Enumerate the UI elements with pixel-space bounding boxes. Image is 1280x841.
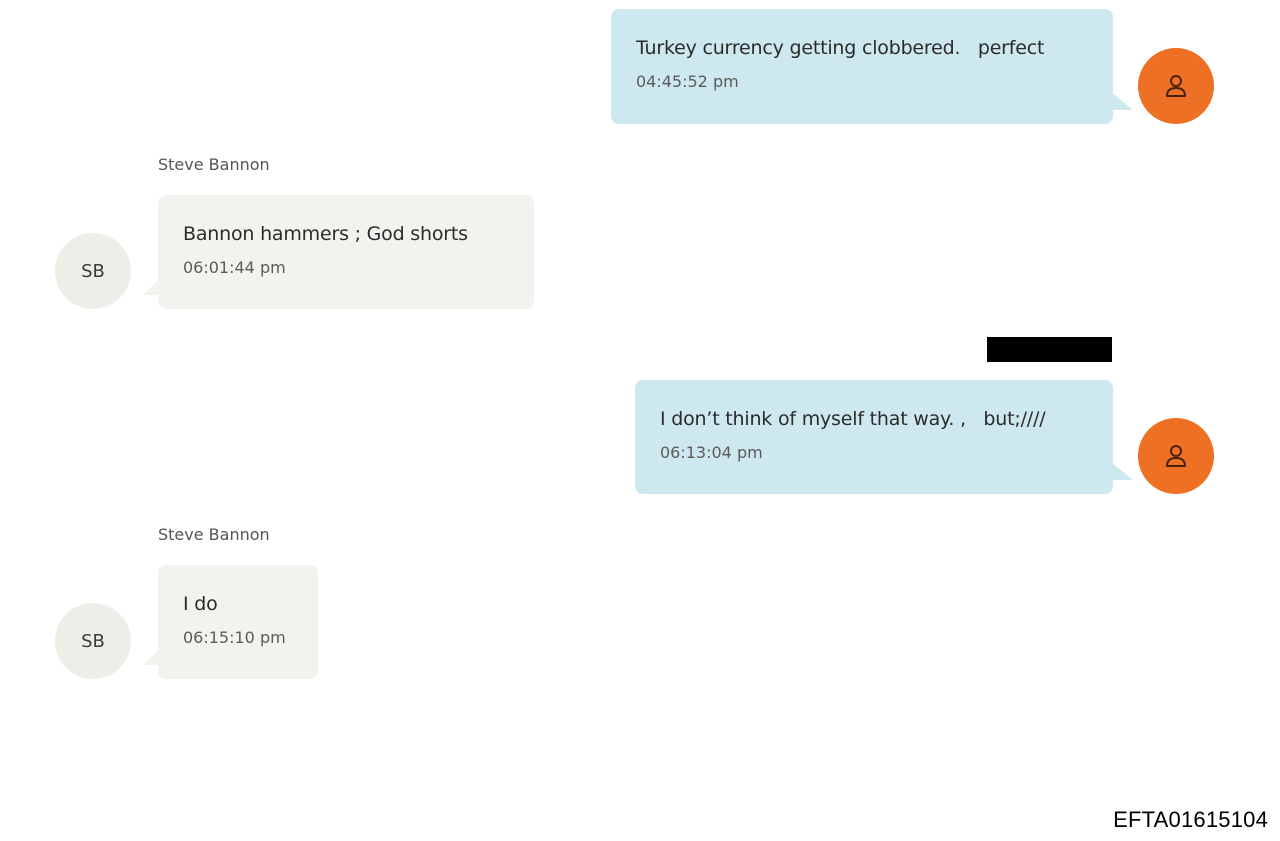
message-timestamp: 06:15:10 pm bbox=[183, 628, 286, 647]
message-text: I don’t think of myself that way. , but;… bbox=[660, 408, 1046, 430]
message-bubble: Turkey currency getting clobbered. perfe… bbox=[611, 9, 1113, 124]
message-timestamp: 04:45:52 pm bbox=[636, 72, 739, 91]
message-timestamp: 06:13:04 pm bbox=[660, 443, 763, 462]
message-text: I do bbox=[183, 593, 218, 615]
contact-avatar: SB bbox=[55, 233, 131, 309]
sender-name: Steve Bannon bbox=[158, 155, 270, 174]
user-avatar bbox=[1138, 418, 1214, 494]
bubble-tail bbox=[1111, 92, 1133, 110]
bubble-tail bbox=[1111, 462, 1133, 480]
document-id: EFTA01615104 bbox=[1113, 807, 1268, 832]
bubble-tail bbox=[143, 279, 159, 295]
message-timestamp: 06:01:44 pm bbox=[183, 258, 286, 277]
bubble-tail bbox=[143, 649, 159, 665]
contact-avatar: SB bbox=[55, 603, 131, 679]
message-bubble: I don’t think of myself that way. , but;… bbox=[635, 380, 1113, 494]
message-bubble: Bannon hammers ; God shorts 06:01:44 pm bbox=[158, 195, 534, 309]
sender-name: Steve Bannon bbox=[158, 525, 270, 544]
user-icon bbox=[1166, 445, 1186, 467]
message-text: Turkey currency getting clobbered. perfe… bbox=[636, 37, 1045, 59]
user-avatar bbox=[1138, 48, 1214, 124]
user-icon bbox=[1166, 75, 1186, 97]
message-text: Bannon hammers ; God shorts bbox=[183, 223, 468, 245]
redaction-block bbox=[987, 337, 1112, 362]
message-bubble: I do 06:15:10 pm bbox=[158, 565, 318, 679]
